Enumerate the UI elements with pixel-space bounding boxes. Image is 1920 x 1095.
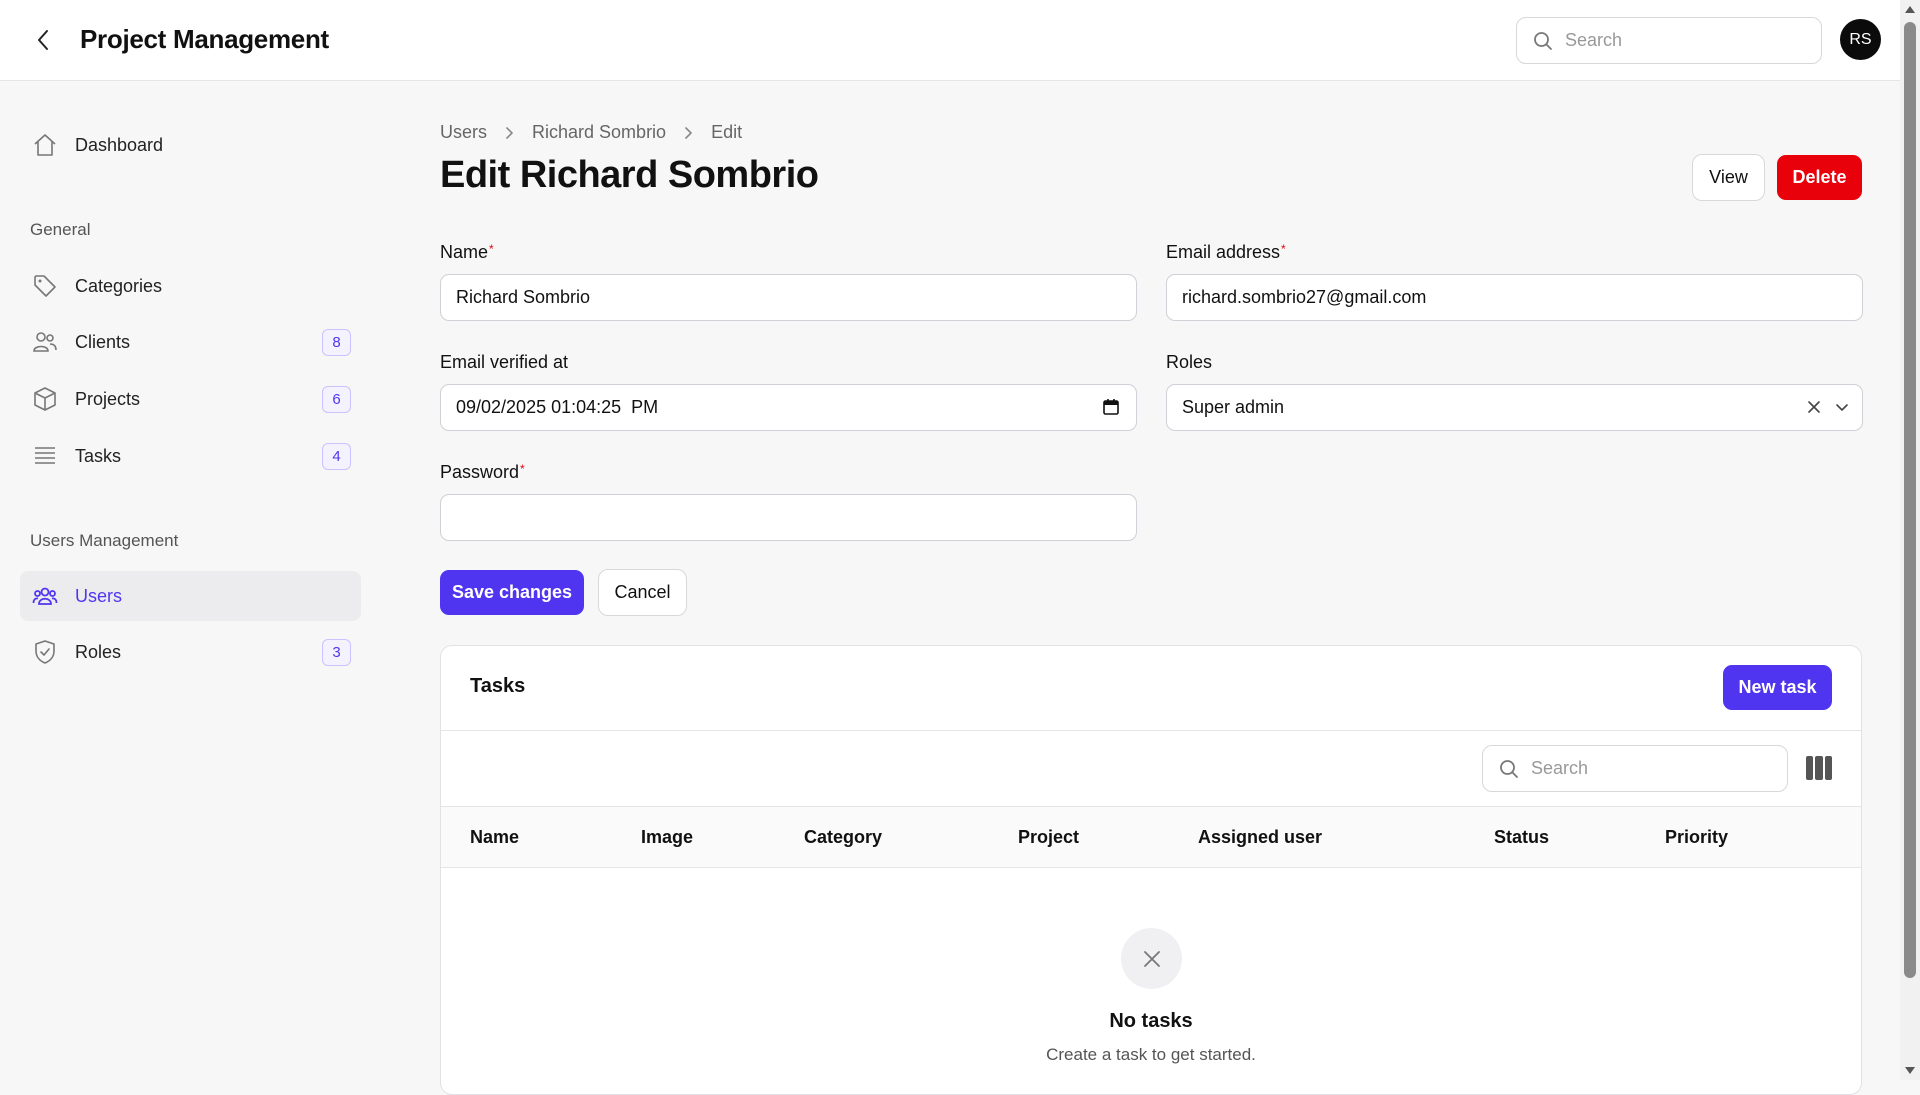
- password-field[interactable]: [440, 494, 1137, 541]
- name-label-text: Name: [440, 242, 489, 262]
- empty-state-title: No tasks: [1109, 1010, 1193, 1032]
- password-label: Password*: [440, 462, 525, 483]
- chevron-down-icon[interactable]: [1834, 399, 1850, 420]
- count-badge: 8: [322, 329, 351, 356]
- email-verified-value[interactable]: 09/02/2025 01:04:25 PM: [456, 397, 658, 418]
- scrollbar-thumb[interactable]: [1904, 22, 1916, 978]
- sidebar-item-label: Projects: [75, 388, 141, 409]
- breadcrumb-current: Edit: [711, 122, 743, 142]
- chevron-left-icon: [38, 30, 48, 50]
- table-header: Name Image Category Project Assigned use…: [441, 806, 1861, 868]
- breadcrumb-users[interactable]: Users: [440, 122, 487, 143]
- columns-toggle-icon[interactable]: [1806, 756, 1832, 780]
- column-header-category[interactable]: Category: [804, 827, 882, 848]
- roles-selected-value: Super admin: [1182, 397, 1285, 417]
- email-input[interactable]: [1182, 287, 1862, 308]
- calendar-icon[interactable]: [1102, 398, 1120, 421]
- shield-icon: [30, 637, 60, 667]
- count-badge: 4: [322, 443, 351, 470]
- avatar[interactable]: RS: [1840, 19, 1881, 60]
- sidebar-item-label: Clients: [75, 331, 131, 352]
- count-badge: 6: [322, 386, 351, 413]
- sidebar-item-label: Roles: [75, 641, 122, 662]
- top-bar: Project Management RS: [0, 0, 1900, 81]
- email-label-text: Email address: [1166, 242, 1281, 262]
- column-header-project[interactable]: Project: [1018, 827, 1079, 848]
- empty-state-icon: [1121, 928, 1182, 989]
- home-icon: [30, 130, 60, 160]
- scroll-up-arrow-icon[interactable]: [1905, 6, 1915, 13]
- tag-icon: [30, 271, 60, 301]
- users-icon: [30, 327, 60, 357]
- count-badge: 3: [322, 639, 351, 666]
- sidebar-item-users[interactable]: Users: [20, 571, 361, 621]
- column-header-image[interactable]: Image: [641, 827, 693, 848]
- new-task-button[interactable]: New task: [1723, 665, 1832, 710]
- breadcrumb-user[interactable]: Richard Sombrio: [532, 122, 666, 143]
- page-title: Edit Richard Sombrio: [440, 154, 819, 196]
- column-header-assigned-user[interactable]: Assigned user: [1198, 827, 1322, 848]
- breadcrumb: Users Richard Sombrio Edit: [440, 122, 742, 143]
- list-icon: [30, 441, 60, 471]
- tasks-panel: Tasks New task Name Image Category Proje…: [440, 645, 1862, 1095]
- global-search[interactable]: [1516, 17, 1822, 64]
- column-header-status[interactable]: Status: [1494, 827, 1549, 848]
- search-icon: [1534, 31, 1552, 50]
- cancel-button[interactable]: Cancel: [598, 569, 687, 616]
- name-label: Name*: [440, 242, 494, 263]
- sidebar-item-label: Categories: [75, 275, 163, 296]
- email-verified-field[interactable]: 09/02/2025 01:04:25 PM: [440, 384, 1137, 431]
- chevron-right-icon: [684, 126, 693, 140]
- sidebar-item-clients[interactable]: Clients 8: [20, 317, 361, 367]
- tasks-search-input[interactable]: [1531, 758, 1751, 779]
- email-label: Email address*: [1166, 242, 1286, 263]
- required-mark: *: [1281, 242, 1286, 256]
- password-input[interactable]: [456, 507, 1136, 528]
- clear-icon[interactable]: [1806, 399, 1822, 420]
- roles-select[interactable]: Super admin: [1166, 384, 1863, 431]
- required-mark: *: [520, 462, 525, 476]
- tasks-search[interactable]: [1482, 745, 1788, 792]
- sidebar-item-projects[interactable]: Projects 6: [20, 374, 361, 424]
- sidebar-item-dashboard[interactable]: Dashboard: [20, 120, 361, 170]
- sidebar-group-users-management: Users Management: [30, 531, 179, 550]
- column-header-name[interactable]: Name: [470, 827, 519, 848]
- cube-icon: [30, 384, 60, 414]
- name-input[interactable]: [456, 287, 1136, 308]
- email-field[interactable]: [1166, 274, 1863, 321]
- app-title: Project Management: [80, 24, 329, 54]
- sidebar-item-roles[interactable]: Roles 3: [20, 627, 361, 677]
- sidebar-item-tasks[interactable]: Tasks 4: [20, 431, 361, 481]
- sidebar-item-label: Users: [75, 585, 123, 606]
- name-field[interactable]: [440, 274, 1137, 321]
- scroll-down-arrow-icon[interactable]: [1905, 1067, 1915, 1074]
- sidebar-item-label: Dashboard: [75, 134, 164, 155]
- save-changes-button[interactable]: Save changes: [440, 570, 584, 615]
- delete-button[interactable]: Delete: [1777, 155, 1862, 200]
- verified-label: Email verified at: [440, 352, 569, 372]
- view-button[interactable]: View: [1692, 154, 1765, 201]
- empty-state-subtitle: Create a task to get started.: [1046, 1045, 1256, 1064]
- column-header-priority[interactable]: Priority: [1665, 827, 1728, 848]
- chevron-right-icon: [505, 126, 514, 140]
- sidebar: Dashboard General Categories Clients 8 P…: [0, 81, 380, 1080]
- roles-label: Roles: [1166, 352, 1213, 372]
- sidebar-item-label: Tasks: [75, 445, 122, 466]
- sidebar-group-general: General: [30, 220, 91, 239]
- password-label-text: Password: [440, 462, 520, 482]
- search-icon: [1500, 759, 1518, 778]
- global-search-input[interactable]: [1565, 30, 1785, 51]
- divider: [441, 730, 1861, 731]
- scrollbar[interactable]: [1900, 0, 1920, 1080]
- required-mark: *: [489, 242, 494, 256]
- tasks-panel-title: Tasks: [470, 675, 526, 697]
- back-button[interactable]: [28, 25, 58, 55]
- user-group-icon: [30, 581, 60, 611]
- close-icon: [1143, 950, 1160, 967]
- sidebar-item-categories[interactable]: Categories: [20, 261, 361, 311]
